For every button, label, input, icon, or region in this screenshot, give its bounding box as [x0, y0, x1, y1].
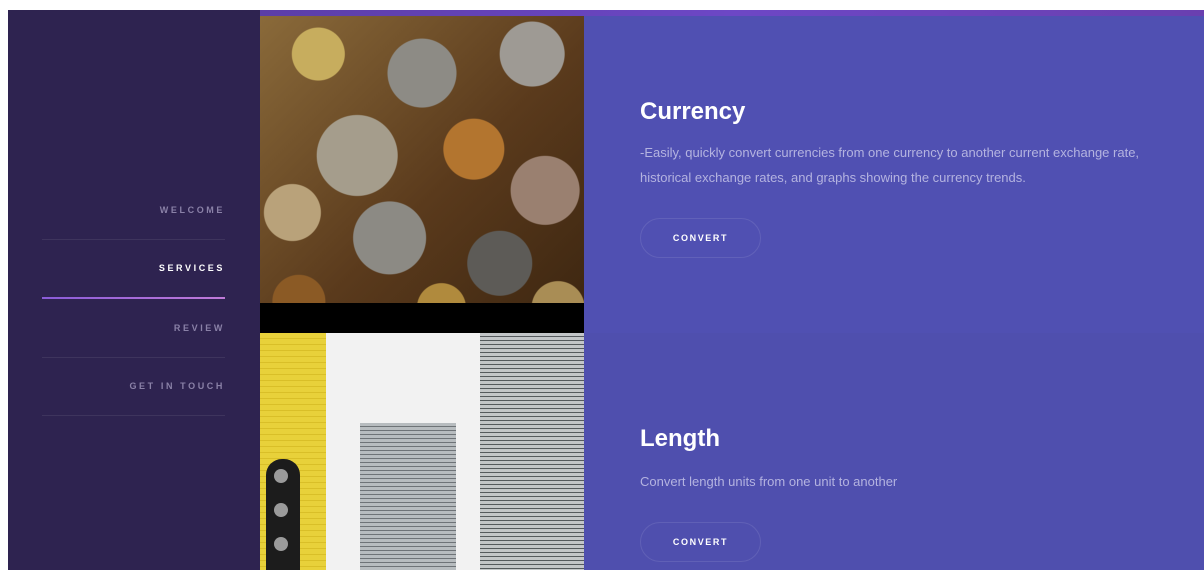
service-content-length: Length Convert length units from one uni… [584, 333, 1204, 570]
nav-item-services[interactable]: SERVICES [42, 239, 225, 299]
nav-item-review[interactable]: REVIEW [42, 299, 225, 358]
convert-button-length[interactable]: CONVERT [640, 522, 761, 562]
nav-label-services: SERVICES [158, 263, 225, 273]
coins-image [260, 16, 584, 333]
convert-button-currency[interactable]: CONVERT [640, 218, 761, 258]
service-description-currency: -Easily, quickly convert currencies from… [640, 145, 1140, 185]
nav-item-get-in-touch[interactable]: GET IN TOUCH [42, 357, 225, 416]
services-section: Currency -Easily, quickly convert curren… [260, 10, 1204, 570]
service-title-currency: Currency [640, 98, 746, 125]
tape-clip-graphic [266, 459, 300, 570]
nav-label-review: REVIEW [173, 323, 225, 333]
service-description-length: Convert length units from one unit to an… [640, 474, 898, 489]
nav-label-get-in-touch: GET IN TOUCH [129, 381, 225, 391]
nav-label-welcome: WELCOME [159, 205, 225, 215]
nav-item-welcome[interactable]: WELCOME [42, 181, 225, 240]
service-card-currency: Currency -Easily, quickly convert curren… [260, 16, 1204, 333]
metal-ruler-graphic [480, 333, 584, 570]
rulers-image [260, 333, 584, 570]
service-content-currency: Currency -Easily, quickly convert curren… [584, 16, 1204, 333]
service-title-length: Length [640, 425, 720, 452]
service-card-length: Length Convert length units from one uni… [260, 333, 1204, 570]
cloth-tape-graphic [360, 423, 456, 570]
sidebar-nav: WELCOME SERVICES REVIEW GET IN TOUCH [8, 10, 260, 570]
app-frame: WELCOME SERVICES REVIEW GET IN TOUCH Cur… [8, 10, 1204, 570]
